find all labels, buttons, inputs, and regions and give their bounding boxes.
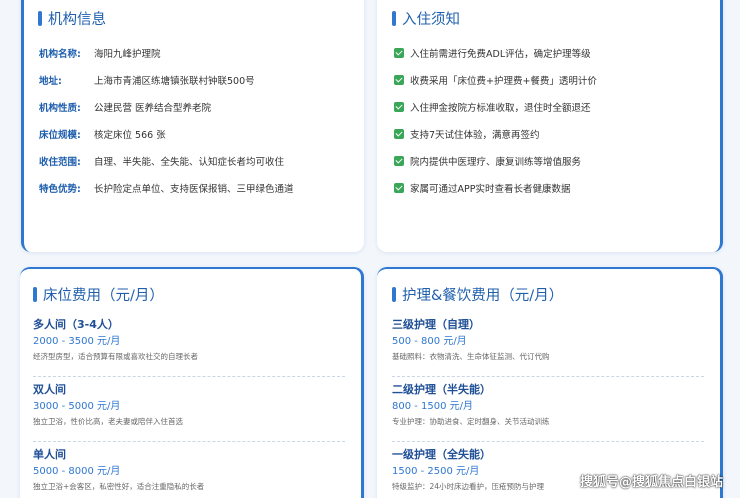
fee-price: 3000 - 5000 元/月 — [33, 401, 121, 412]
info-row: 特色优势: 长护险定点单位、支持医保报销、三甲绿色通道 — [39, 174, 359, 201]
info-label: 机构名称: — [39, 48, 81, 60]
fee-name: 一级护理（全失能） — [392, 448, 491, 461]
info-label: 地址: — [39, 75, 62, 87]
fee-item: 三级护理（自理） 500 - 800 元/月 基础照料：衣物清洗、生命体征监测、… — [392, 313, 704, 377]
check-icon — [394, 47, 404, 58]
fee-name: 单人间 — [33, 448, 66, 461]
info-value: 自理、半失能、全失能、认知症长者均可收住 — [94, 156, 285, 168]
title-accent-bar — [392, 11, 396, 26]
fee-description: 独立卫浴+会客区，私密性好，适合注重隐私的长者 — [33, 482, 205, 491]
check-icon — [394, 101, 404, 112]
notice-item: 入住押金按院方标准收取，退住时全额退还 — [394, 93, 714, 120]
fee-name: 二级护理（半失能） — [392, 383, 491, 396]
fee-name: 多人间（3-4人） — [33, 318, 119, 331]
fee-price: 800 - 1500 元/月 — [392, 401, 474, 412]
notice-text: 支持7天试住体验，满意再签约 — [410, 129, 540, 141]
info-label: 机构性质: — [39, 102, 81, 114]
notice-item: 院内提供中医理疗、康复训练等增值服务 — [394, 147, 714, 174]
institution-info-title: 机构信息 — [38, 8, 106, 29]
info-row: 地址: 上海市青浦区练塘镇张联村钟联500号 — [39, 66, 359, 93]
notice-text: 入住押金按院方标准收取，退住时全额退还 — [410, 102, 591, 114]
notice-text: 收费采用「床位费+护理费+餐费」透明计价 — [410, 75, 597, 87]
bed-fees-title: 床位费用（元/月） — [33, 284, 164, 305]
info-value: 公建民营 医养结合型养老院 — [94, 102, 212, 114]
info-value: 上海市青浦区练塘镇张联村钟联500号 — [94, 75, 255, 87]
notice-text: 家属可通过APP实时查看长者健康数据 — [410, 183, 571, 195]
notice-text: 入住前需进行免费ADL评估，确定护理等级 — [410, 48, 591, 60]
check-icon — [394, 182, 404, 193]
fee-description: 专业护理：协助进食、定时翻身、关节活动训练 — [392, 417, 550, 426]
fee-price: 2000 - 3500 元/月 — [33, 336, 121, 347]
care-fees-card: 护理&餐饮费用（元/月） 三级护理（自理） 500 - 800 元/月 基础照料… — [377, 267, 723, 498]
check-icon — [394, 155, 404, 166]
notice-item: 支持7天试住体验，满意再签约 — [394, 120, 714, 147]
fee-description: 经济型房型，适合预算有限或喜欢社交的自理长者 — [33, 352, 198, 361]
notice-item: 收费采用「床位费+护理费+餐费」透明计价 — [394, 66, 714, 93]
fee-price: 5000 - 8000 元/月 — [33, 466, 121, 477]
notice-item: 家属可通过APP实时查看长者健康数据 — [394, 174, 714, 201]
info-value: 长护险定点单位、支持医保报销、三甲绿色通道 — [94, 183, 294, 195]
source-watermark: 搜狐号@搜狐焦点白银站 — [579, 475, 723, 490]
notice-text: 院内提供中医理疗、康复训练等增值服务 — [410, 156, 582, 168]
fee-name: 三级护理（自理） — [392, 318, 480, 331]
title-accent-bar — [33, 287, 37, 302]
info-row: 机构名称: 海阳九峰护理院 — [39, 39, 359, 66]
title-accent-bar — [38, 11, 42, 26]
bed-fees-card: 床位费用（元/月） 多人间（3-4人） 2000 - 3500 元/月 经济型房… — [20, 267, 364, 498]
admission-notice-list: 入住前需进行免费ADL评估，确定护理等级 收费采用「床位费+护理费+餐费」透明计… — [394, 39, 714, 201]
fee-description: 基础照料：衣物清洗、生命体征监测、代订代购 — [392, 352, 550, 361]
fee-price: 500 - 800 元/月 — [392, 336, 467, 347]
bed-fees-list: 多人间（3-4人） 2000 - 3500 元/月 经济型房型，适合预算有限或喜… — [33, 313, 345, 498]
info-label: 特色优势: — [39, 183, 81, 195]
check-icon — [394, 128, 404, 139]
admission-notice-card: 入住须知 入住前需进行免费ADL评估，确定护理等级 收费采用「床位费+护理费+餐… — [377, 0, 723, 252]
institution-info-card: 机构信息 机构名称: 海阳九峰护理院 地址: 上海市青浦区练塘镇张联村钟联500… — [21, 0, 364, 252]
fee-item: 双人间 3000 - 5000 元/月 独立卫浴，性价比高，老夫妻或陪伴入住首选 — [33, 378, 345, 442]
care-fees-title: 护理&餐饮费用（元/月） — [392, 284, 563, 305]
title-accent-bar — [392, 287, 396, 302]
info-value: 海阳九峰护理院 — [94, 48, 161, 60]
info-label: 收住范围: — [39, 156, 81, 168]
info-row: 床位规模: 核定床位 566 张 — [39, 120, 359, 147]
institution-info-list: 机构名称: 海阳九峰护理院 地址: 上海市青浦区练塘镇张联村钟联500号 机构性… — [39, 39, 359, 201]
admission-notice-title: 入住须知 — [392, 8, 460, 29]
fee-item: 多人间（3-4人） 2000 - 3500 元/月 经济型房型，适合预算有限或喜… — [33, 313, 345, 377]
info-label: 床位规模: — [39, 129, 81, 141]
info-row: 收住范围: 自理、半失能、全失能、认知症长者均可收住 — [39, 147, 359, 174]
fee-description: 独立卫浴，性价比高，老夫妻或陪伴入住首选 — [33, 417, 183, 426]
check-icon — [394, 74, 404, 85]
fee-name: 双人间 — [33, 383, 66, 396]
notice-item: 入住前需进行免费ADL评估，确定护理等级 — [394, 39, 714, 66]
fee-item: 单人间 5000 - 8000 元/月 独立卫浴+会客区，私密性好，适合注重隐私… — [33, 443, 345, 498]
info-value: 核定床位 566 张 — [94, 129, 166, 141]
fee-item: 二级护理（半失能） 800 - 1500 元/月 专业护理：协助进食、定时翻身、… — [392, 378, 704, 442]
info-row: 机构性质: 公建民营 医养结合型养老院 — [39, 93, 359, 120]
